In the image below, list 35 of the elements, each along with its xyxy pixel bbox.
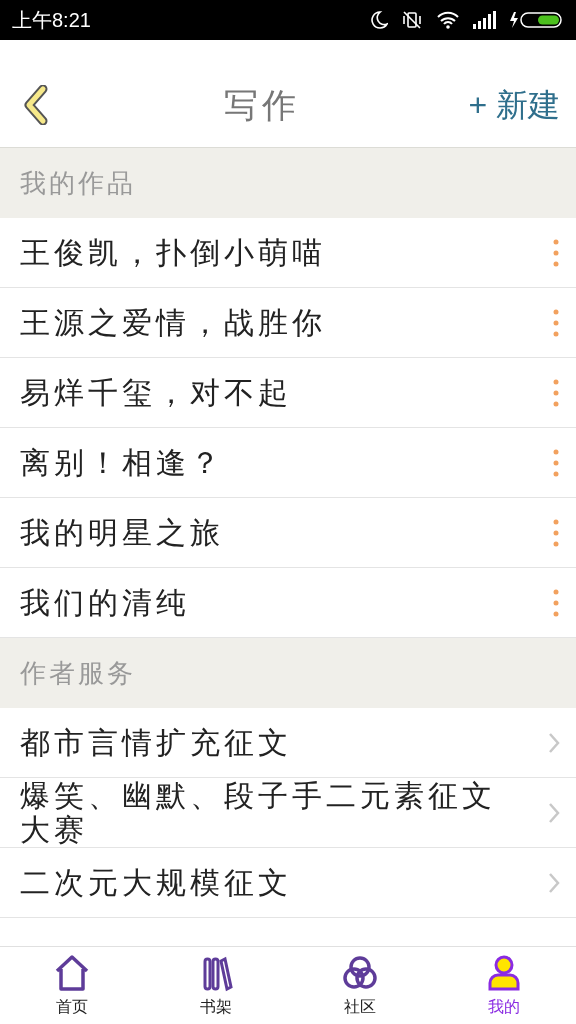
- section-header: 我的作品: [20, 166, 136, 200]
- row-label: 王源之爱情，战胜你: [20, 305, 327, 340]
- wifi-icon: [436, 10, 460, 30]
- chevron-right-icon: [548, 801, 560, 824]
- row-label: 离别！相逢？: [20, 445, 225, 480]
- row-label: 二次元大规模征文: [20, 865, 293, 900]
- list-row[interactable]: 爆笑、幽默、段子手二元素征文大赛: [0, 778, 576, 848]
- row-label: 我的明星之旅: [20, 515, 225, 550]
- more-icon[interactable]: [552, 517, 560, 548]
- more-icon[interactable]: [552, 377, 560, 408]
- back-icon: [23, 85, 49, 125]
- signal-icon: [472, 10, 496, 30]
- more-icon[interactable]: [552, 237, 560, 268]
- row-label: 易烊千玺，对不起: [20, 375, 293, 410]
- page-title: 写作: [224, 85, 301, 126]
- battery-charging-icon: [508, 10, 564, 30]
- chevron-right-icon: [548, 731, 560, 754]
- section-header: 作者服务: [20, 656, 136, 690]
- new-button[interactable]: + 新建: [468, 75, 560, 135]
- more-icon[interactable]: [552, 447, 560, 478]
- nav-tab[interactable]: 首页: [0, 947, 144, 1024]
- row-label: 王俊凯，扑倒小萌喵: [20, 235, 327, 270]
- home-icon: [53, 952, 91, 993]
- mute-vibrate-icon: [400, 10, 424, 30]
- nav-tab[interactable]: 社区: [288, 947, 432, 1024]
- status-time: 上午8:21: [12, 8, 91, 33]
- row-label: 都市言情扩充征文: [20, 725, 293, 760]
- row-label: 我们的清纯: [20, 585, 191, 620]
- chevron-right-icon: [548, 871, 560, 894]
- nav-tab[interactable]: 我的: [432, 947, 576, 1024]
- nav-tab[interactable]: 书架: [144, 947, 288, 1024]
- more-icon[interactable]: [552, 587, 560, 618]
- row-label: 爆笑、幽默、段子手二元素征文大赛: [20, 778, 497, 847]
- moon-icon: [370, 10, 388, 30]
- more-icon[interactable]: [552, 307, 560, 338]
